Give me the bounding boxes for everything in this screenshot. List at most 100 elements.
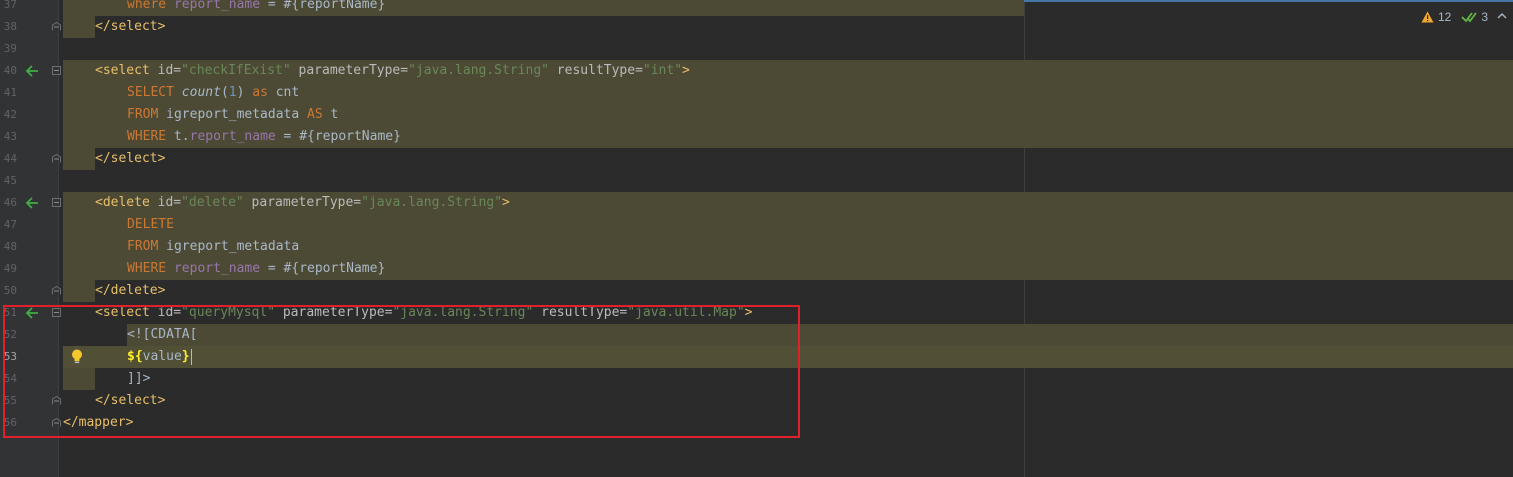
highlight-box (3, 305, 800, 438)
code-token: = #{reportName} (260, 0, 386, 12)
selection-highlight (63, 16, 95, 38)
code-token: WHERE (127, 129, 174, 144)
fold-end-icon[interactable] (52, 154, 61, 163)
warning-icon (1421, 11, 1434, 23)
code-line[interactable]: 44 </select> (0, 148, 1513, 170)
code-line[interactable]: 46 <delete id="delete" parameterType="jav… (0, 192, 1513, 214)
code-text: FROM igreport_metadata AS t (127, 104, 338, 126)
code-token: report_name (173, 0, 261, 12)
selection-highlight (63, 280, 95, 302)
code-token: </select> (95, 151, 166, 166)
code-token: <select (95, 63, 158, 78)
code-token: "java.lang.String" (361, 195, 503, 210)
code-text: DELETE (127, 214, 174, 236)
code-editor[interactable]: 37 where report_name = #{reportName} 38 </s… (0, 0, 1513, 477)
code-text: WHERE t.report_name = #{reportName} (127, 126, 401, 148)
code-token: FROM (127, 107, 167, 122)
code-token: ) (236, 85, 253, 100)
line-number: 43 (3, 130, 17, 143)
code-token: resultType= (548, 63, 643, 78)
code-token: count (181, 85, 221, 100)
selection-highlight (63, 214, 1513, 236)
line-number: 39 (3, 42, 17, 55)
code-token: id= (157, 63, 182, 78)
code-token: report_name (189, 129, 276, 144)
code-text: SELECT count(1) as cnt (127, 82, 299, 104)
code-line[interactable]: 38 </select> (0, 16, 1513, 38)
fold-open-icon[interactable] (52, 66, 61, 75)
code-line[interactable]: 41 SELECT count(1) as cnt (0, 82, 1513, 104)
code-token: igreport_metadata (166, 239, 300, 254)
code-token: cnt (267, 85, 300, 100)
code-line[interactable]: 43 WHERE t.report_name = #{reportName} (0, 126, 1513, 148)
code-token: id= (157, 195, 182, 210)
code-token: = #{reportName} (260, 261, 386, 276)
code-token: where (127, 0, 174, 12)
line-number: 45 (3, 174, 17, 187)
code-token: WHERE (127, 261, 174, 276)
chevron-up-icon[interactable] (1497, 11, 1507, 21)
code-token: DELETE (127, 217, 174, 232)
code-token: as (252, 85, 268, 100)
code-token: > (682, 63, 690, 78)
code-line[interactable]: 42 FROM igreport_metadata AS t (0, 104, 1513, 126)
code-token: 1 (228, 85, 237, 100)
code-token: </select> (95, 19, 166, 34)
arrow-left-icon[interactable] (24, 196, 40, 210)
code-text: WHERE report_name = #{reportName} (127, 258, 385, 280)
code-text: <delete id="delete" parameterType="java.… (95, 192, 510, 214)
code-token: igreport_metadata (166, 107, 308, 122)
line-number: 50 (3, 284, 17, 297)
code-token: = #{reportName} (275, 129, 401, 144)
code-text: </delete> (95, 280, 165, 302)
code-token: "checkIfExist" (181, 63, 291, 78)
code-token: </delete> (95, 283, 166, 298)
code-token: > (502, 195, 510, 210)
code-text: </select> (95, 16, 165, 38)
code-line[interactable]: 48 FROM igreport_metadata (0, 236, 1513, 258)
code-text: where report_name = #{reportName} (127, 0, 385, 16)
code-token: report_name (173, 261, 261, 276)
code-token: "delete" (181, 195, 244, 210)
line-number: 41 (3, 86, 17, 99)
line-number: 37 (3, 0, 17, 11)
line-number: 40 (3, 64, 17, 77)
line-number: 47 (3, 218, 17, 231)
code-line[interactable]: 50 </delete> (0, 280, 1513, 302)
code-token: parameterType= (290, 63, 409, 78)
line-number: 44 (3, 152, 17, 165)
code-token: "int" (642, 63, 683, 78)
code-token: "java.lang.String" (408, 63, 549, 78)
code-text: FROM igreport_metadata (127, 236, 299, 258)
code-line[interactable]: 37 where report_name = #{reportName} (0, 0, 1513, 16)
line-number: 49 (3, 262, 17, 275)
code-line[interactable]: 40 <select id="checkIfExist" parameterTyp… (0, 60, 1513, 82)
line-number: 48 (3, 240, 17, 253)
inspection-widget[interactable]: 12 3 (1421, 8, 1494, 26)
line-number: 46 (3, 196, 17, 209)
code-token: SELECT (127, 85, 182, 100)
code-token: t. (173, 129, 190, 144)
code-token: ( (220, 85, 229, 100)
typo-check-icon (1461, 12, 1478, 23)
code-token: <delete (95, 195, 158, 210)
code-token: parameterType= (243, 195, 362, 210)
typo-count: 3 (1481, 10, 1489, 24)
line-number: 42 (3, 108, 17, 121)
code-line[interactable]: 49 WHERE report_name = #{reportName} (0, 258, 1513, 280)
code-line[interactable]: 39 (0, 38, 1513, 60)
fold-open-icon[interactable] (52, 198, 61, 207)
code-token: t (322, 107, 339, 122)
code-text: <select id="checkIfExist" parameterType=… (95, 60, 690, 82)
line-number: 38 (3, 20, 17, 33)
code-token: AS (307, 107, 323, 122)
fold-end-icon[interactable] (52, 22, 61, 31)
warning-count: 12 (1438, 10, 1452, 24)
code-text: </select> (95, 148, 165, 170)
code-token: FROM (127, 239, 167, 254)
selection-highlight (63, 148, 95, 170)
code-line[interactable]: 47 DELETE (0, 214, 1513, 236)
fold-end-icon[interactable] (52, 286, 61, 295)
arrow-left-icon[interactable] (24, 64, 40, 78)
code-line[interactable]: 45 (0, 170, 1513, 192)
